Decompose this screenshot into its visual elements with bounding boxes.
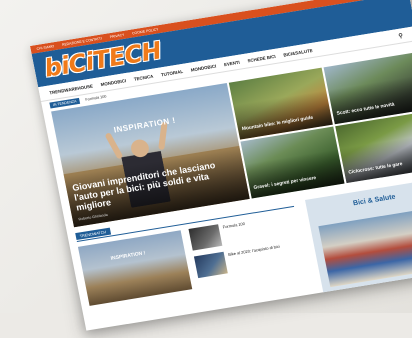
widget-image[interactable] bbox=[318, 207, 412, 288]
nav-item[interactable]: BICI&SALUTE bbox=[283, 47, 313, 57]
thumbnail-overlay-text: INSPIRATION ! bbox=[110, 250, 146, 262]
list-thumbnail[interactable] bbox=[193, 251, 228, 279]
nav-item[interactable]: MONDOBICI bbox=[190, 63, 216, 72]
nav-item[interactable]: SCHEDE BICI bbox=[247, 53, 276, 62]
search-icon[interactable]: ⚲ bbox=[398, 32, 404, 40]
ticker-text[interactable]: Formula 100 bbox=[85, 94, 107, 101]
nav-item[interactable]: TUTORIAL bbox=[161, 68, 184, 76]
website-page: CHI SIAMO REDAZIONE E CONTATTI PRIVACY C… bbox=[30, 0, 412, 331]
nav-item[interactable]: MONDOBICI bbox=[100, 78, 126, 87]
hero-overlay-text: INSPIRATION ! bbox=[113, 115, 177, 135]
nav-item[interactable]: EVENTI bbox=[223, 59, 240, 66]
nav-item[interactable]: TECNICA bbox=[133, 73, 153, 81]
list-thumbnail[interactable] bbox=[188, 224, 223, 251]
nav-item[interactable]: TRENDWAREHOUSE bbox=[49, 83, 93, 95]
sidebar-widget: Bici & Salute bbox=[305, 178, 412, 295]
widget-title[interactable]: Bici & Salute bbox=[307, 186, 412, 215]
featured-tile[interactable]: Gravel: i segreti per vincere bbox=[240, 126, 345, 199]
article-thumbnail[interactable]: INSPIRATION ! bbox=[77, 230, 193, 306]
